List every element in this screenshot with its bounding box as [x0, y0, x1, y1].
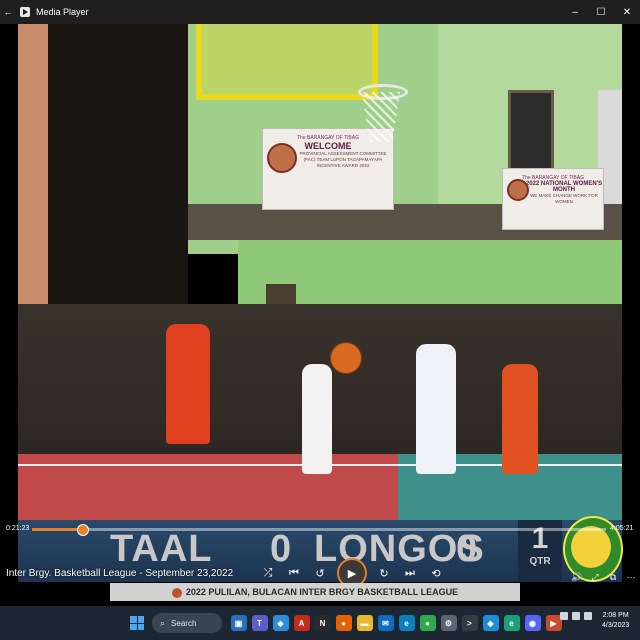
search-label: Search — [171, 618, 197, 628]
back-arrow-icon[interactable]: ← — [2, 7, 14, 17]
next-icon[interactable]: ⏭ — [397, 562, 423, 584]
clock[interactable]: 2:08 PM 4/3/2023 — [602, 611, 629, 631]
player-white-center — [302, 364, 332, 474]
mail-icon[interactable]: ✉ — [377, 615, 394, 631]
minimize-button[interactable]: – — [562, 7, 588, 18]
player-red-right — [502, 364, 538, 474]
search-icon: ⌕ — [160, 617, 166, 628]
taskbar: ⌕ Search ▣ T ◈ A N ● ▬ ✉ e ● ⚙ > ◆ e ◉ ▶ 2:08 PM 4/3/20… — [0, 606, 640, 640]
windows-start-icon[interactable] — [130, 616, 144, 630]
speaker-icon[interactable] — [584, 612, 592, 620]
previous-icon[interactable]: ⏮ — [281, 562, 307, 584]
seek-thumb[interactable] — [76, 524, 89, 536]
player-white-right — [416, 344, 456, 474]
banner-seal — [267, 143, 297, 173]
discord-icon[interactable]: ◉ — [524, 615, 541, 631]
edge-icon[interactable]: e — [398, 615, 415, 631]
playback-controls: ⤮ ⏮ ↺ ▶ ↻ ⏭ ⟲ — [255, 558, 449, 588]
teams-icon[interactable]: T — [251, 615, 268, 631]
more-options-icon[interactable]: ⋯ — [622, 566, 640, 588]
maximize-button[interactable]: ☐ — [588, 7, 614, 18]
shuffle-icon[interactable]: ⤮ — [255, 562, 281, 584]
photos-icon[interactable]: ◆ — [482, 615, 499, 631]
explorer-icon[interactable]: ▬ — [356, 615, 373, 631]
video-frame[interactable]: The BARANGAY OF TIBAG WELCOME PROVINCIAL… — [18, 24, 622, 520]
notion-icon[interactable]: N — [314, 615, 331, 631]
volume-icon[interactable]: 🔊 — [568, 566, 586, 588]
window-left — [508, 90, 554, 176]
store-icon[interactable]: ◈ — [272, 615, 289, 631]
clock-time: 2:08 PM — [602, 612, 629, 619]
window-title: Media Player — [36, 7, 89, 17]
basketball — [330, 342, 362, 374]
app-icon — [20, 7, 30, 17]
league-seal-icon — [171, 587, 182, 598]
right-controls: 🔊 ⤢ ⧉ ⋯ — [568, 566, 640, 588]
media-title: Inter Brgy. Basketball League - Septembe… — [6, 568, 234, 579]
seek-bar[interactable] — [32, 524, 606, 536]
chrome-icon[interactable]: ● — [419, 615, 436, 631]
rewind-icon[interactable]: ↺ — [307, 562, 333, 584]
repeat-icon[interactable]: ⟲ — [423, 562, 449, 584]
files-icon[interactable]: ▣ — [230, 615, 247, 631]
banner-seal — [507, 179, 529, 201]
search-box[interactable]: ⌕ Search — [152, 613, 222, 633]
banner-line3: WE MAKE CHANGE WORK FOR WOMEN — [530, 193, 598, 204]
pdf-icon[interactable]: A — [293, 615, 310, 631]
player-red-left — [166, 324, 210, 444]
edge-dev-icon[interactable]: e — [503, 615, 520, 631]
banner-line2: 2022 NATIONAL WOMEN'S MONTH — [525, 181, 603, 193]
backboard — [196, 24, 378, 100]
taskbar-apps: ▣ T ◈ A N ● ▬ ✉ e ● ⚙ > ◆ e ◉ ▶ — [228, 615, 564, 631]
chevron-up-icon[interactable] — [560, 612, 568, 620]
close-button[interactable]: ✕ — [614, 7, 640, 18]
elapsed-time: 0:21:23 — [6, 525, 30, 532]
system-tray — [560, 612, 596, 620]
forward-icon[interactable]: ↻ — [371, 562, 397, 584]
settings-icon[interactable]: ⚙ — [440, 615, 457, 631]
terminal-icon[interactable]: > — [461, 615, 478, 631]
firefox-icon[interactable]: ● — [335, 615, 352, 631]
fullscreen-icon[interactable]: ⤢ — [586, 566, 604, 588]
banner-line3: PROVINCIAL ASSESSMENT COMMITTEE (PAC) TE… — [299, 151, 387, 168]
wifi-icon[interactable] — [572, 612, 580, 620]
league-banner: 2022 PULILAN, BULACAN INTER BRGY BASKETB… — [110, 583, 520, 601]
miniplayer-icon[interactable]: ⧉ — [604, 566, 622, 588]
clock-date: 4/3/2023 — [602, 622, 630, 629]
league-banner-text: 2022 PULILAN, BULACAN INTER BRGY BASKETB… — [185, 587, 459, 597]
womens-month-banner: The BARANGAY OF TIBAG 2022 NATIONAL WOME… — [502, 168, 604, 230]
title-bar: ← Media Player – ☐ ✕ — [0, 0, 640, 24]
seek-progress — [32, 528, 82, 531]
total-duration: 4:05:21 — [610, 525, 634, 532]
